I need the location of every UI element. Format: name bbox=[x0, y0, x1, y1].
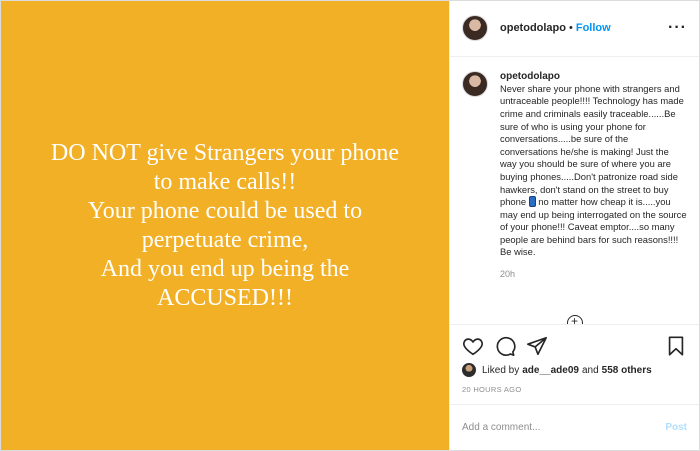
likes-prefix: Liked by bbox=[482, 364, 520, 376]
caption-body: opetodolapo Never share your phone with … bbox=[500, 71, 687, 279]
liker-avatar[interactable] bbox=[462, 363, 476, 378]
post-comment-button[interactable]: Post bbox=[665, 422, 687, 433]
heart-icon[interactable] bbox=[462, 335, 484, 357]
separator-dot: • bbox=[569, 22, 573, 35]
caption-row: opetodolapo Never share your phone with … bbox=[462, 70, 687, 279]
caption-text-part-1: Never share your phone with strangers an… bbox=[500, 82, 684, 208]
likes-conjunction: and bbox=[581, 364, 599, 376]
comment-icon[interactable] bbox=[494, 335, 516, 357]
avatar[interactable] bbox=[462, 15, 488, 42]
post-header: opetodolapo • Follow ··· bbox=[450, 1, 699, 57]
instagram-post: DO NOT give Strangers your phone to make… bbox=[0, 0, 700, 451]
post-image-text: DO NOT give Strangers your phone to make… bbox=[50, 139, 400, 311]
action-bar bbox=[450, 325, 699, 363]
post-timestamp[interactable]: 20 HOURS AGO bbox=[450, 377, 699, 406]
post-image[interactable]: DO NOT give Strangers your phone to make… bbox=[1, 1, 449, 450]
bookmark-icon[interactable] bbox=[665, 335, 687, 357]
mobile-phone-emoji-icon bbox=[528, 196, 536, 208]
caption-time: 20h bbox=[500, 269, 516, 280]
liker-username[interactable]: ade__ade09 bbox=[522, 365, 579, 376]
comment-box: Post bbox=[450, 405, 699, 450]
likes-summary: Liked by ade__ade09 and 558 others bbox=[450, 363, 699, 378]
share-icon[interactable] bbox=[526, 335, 548, 357]
caption-text: Never share your phone with strangers an… bbox=[500, 83, 687, 259]
caption-avatar[interactable] bbox=[462, 70, 488, 97]
comment-input[interactable] bbox=[462, 422, 666, 434]
more-options-icon[interactable]: ··· bbox=[668, 19, 687, 37]
post-sidebar: opetodolapo • Follow ··· opetodolapo Nev… bbox=[449, 1, 699, 450]
caption-area: opetodolapo Never share your phone with … bbox=[450, 57, 699, 326]
caption-username[interactable]: opetodolapo bbox=[500, 71, 687, 83]
follow-button[interactable]: Follow bbox=[576, 22, 611, 34]
likes-others-link[interactable]: 558 others bbox=[602, 365, 652, 376]
load-more-comments-icon[interactable]: + bbox=[566, 315, 583, 325]
header-username[interactable]: opetodolapo bbox=[500, 22, 566, 34]
